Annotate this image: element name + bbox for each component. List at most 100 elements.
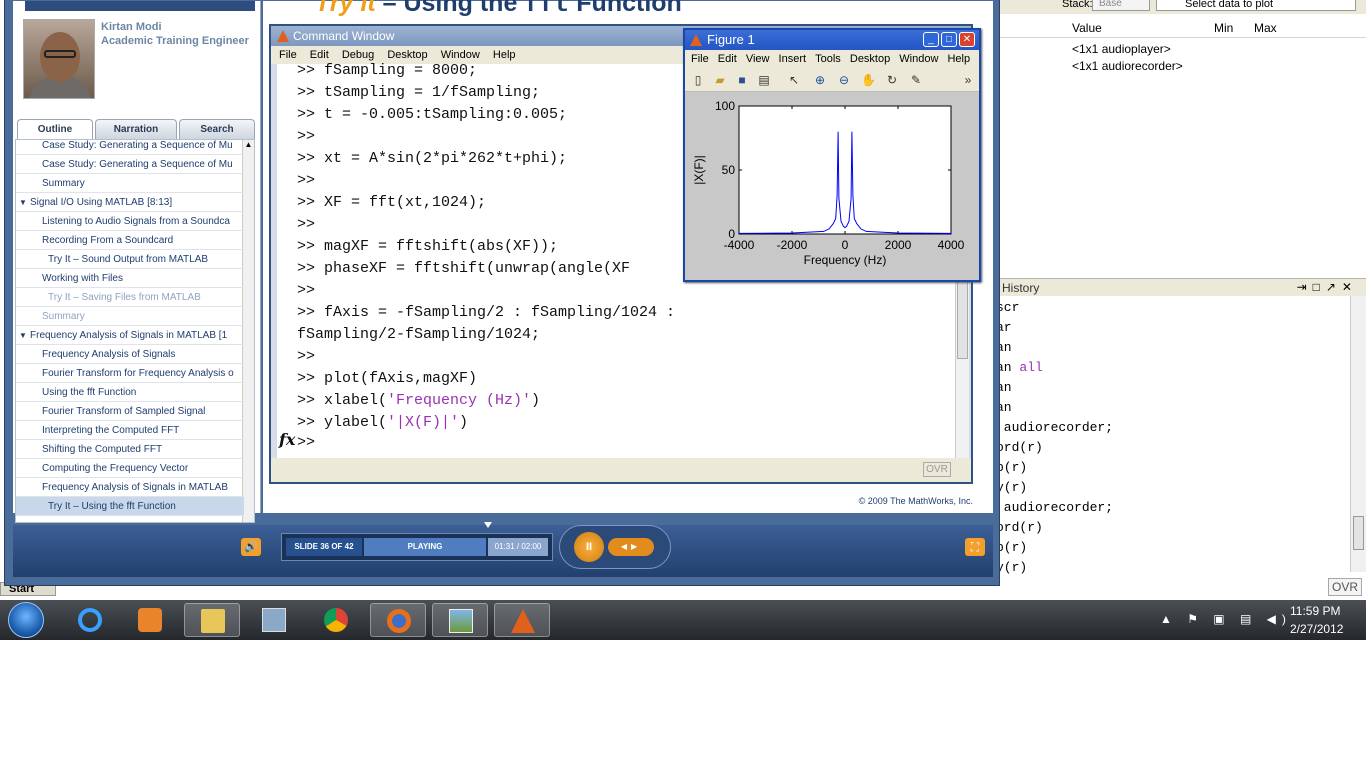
history-entry[interactable]: p(r) — [996, 540, 1027, 560]
scroll-thumb[interactable] — [957, 279, 968, 359]
toolbar-overflow-icon[interactable]: » — [961, 73, 975, 87]
progress-strip[interactable]: SLIDE 36 OF 42 PLAYING 01:31 / 02:00 — [281, 533, 553, 561]
slide-title-suffix: Function — [569, 0, 682, 17]
figure-menu-view[interactable]: View — [746, 53, 770, 65]
menu-desktop[interactable]: Desktop — [387, 49, 427, 61]
save-icon[interactable]: ■ — [735, 73, 749, 87]
menu-window[interactable]: Window — [441, 49, 480, 61]
volume-button[interactable]: 🔊 — [241, 538, 261, 556]
fullscreen-button[interactable]: ⛶ — [965, 538, 985, 556]
figure-window: Figure 1 _ □ ✕ File Edit View Insert Too… — [683, 28, 981, 282]
zoom-in-icon[interactable]: ⊕ — [813, 73, 827, 87]
outline-item-label: Using the fft Function — [42, 387, 137, 398]
taskbar-media-player[interactable] — [122, 603, 178, 637]
history-entry[interactable]: y(r) — [996, 480, 1027, 500]
figure-menu-desktop[interactable]: Desktop — [850, 53, 890, 65]
menu-file[interactable]: File — [279, 49, 297, 61]
outline-item[interactable]: Interpreting the Computed FFT — [16, 421, 244, 440]
clock-date[interactable]: 2/27/2012 — [1290, 622, 1343, 636]
scrub-marker-icon[interactable] — [484, 522, 492, 528]
history-entry[interactable]: ord(r) — [996, 440, 1043, 460]
outline-item[interactable]: Fourier Transform of Sampled Signal — [16, 402, 244, 421]
outline-item[interactable]: Try It – Sound Output from MATLAB — [16, 250, 244, 269]
print-icon[interactable]: ▤ — [757, 73, 771, 87]
datacursor-icon[interactable]: ✎ — [909, 73, 923, 87]
figure-menu-window[interactable]: Window — [899, 53, 938, 65]
outline-item[interactable]: Shifting the Computed FFT — [16, 440, 244, 459]
outline-item[interactable]: Case Study: Generating a Sequence of Mu — [16, 140, 244, 155]
outline-item[interactable]: Listening to Audio Signals from a Soundc… — [16, 212, 244, 231]
outline-item[interactable]: Fourier Transform for Frequency Analysis… — [16, 364, 244, 383]
history-entry[interactable]: ord(r) — [996, 520, 1043, 540]
fft-plot[interactable]: -4000 -2000 0 2000 4000050100Frequency (Hz)|… — [687, 92, 977, 280]
tab-search[interactable]: Search — [179, 119, 255, 139]
minimize-icon[interactable]: _ — [923, 32, 939, 47]
open-icon[interactable]: ▰ — [713, 73, 727, 87]
expand-triangle-icon[interactable]: ▼ — [19, 326, 27, 344]
outline-item[interactable]: Recording From a Soundcard — [16, 231, 244, 250]
taskbar-firefox[interactable] — [370, 603, 426, 637]
outline-section[interactable]: ▼ Signal I/O Using MATLAB [8:13] — [16, 193, 244, 212]
taskbar-image-viewer[interactable] — [432, 603, 488, 637]
taskbar-calculator[interactable] — [246, 603, 302, 637]
history-entry[interactable]: p(r) — [996, 460, 1027, 480]
workspace-row[interactable]: <1x1 audioplayer> — [1072, 42, 1171, 56]
outline-item[interactable]: Try It – Saving Files from MATLAB — [16, 288, 244, 307]
history-entry[interactable]: audiorecorder; — [996, 500, 1113, 520]
maximize-icon[interactable]: □ — [941, 32, 957, 47]
menu-help[interactable]: Help — [493, 49, 516, 61]
taskbar-file-explorer[interactable] — [184, 603, 240, 637]
tab-outline[interactable]: Outline — [17, 119, 93, 141]
workspace-row[interactable]: <1x1 audiorecorder> — [1072, 59, 1183, 73]
zoom-out-icon[interactable]: ⊖ — [837, 73, 851, 87]
column-min[interactable]: Min — [1214, 21, 1233, 35]
command-prompt[interactable]: >> — [297, 434, 315, 451]
figure-menu-help[interactable]: Help — [947, 53, 970, 65]
clock-time[interactable]: 11:59 PM — [1290, 604, 1340, 618]
taskbar-internet-explorer[interactable] — [62, 603, 118, 637]
outline-item-label: Interpreting the Computed FFT — [42, 425, 180, 436]
menu-debug[interactable]: Debug — [342, 49, 374, 61]
figure-menu-file[interactable]: File — [691, 53, 709, 65]
figure-menu-insert[interactable]: Insert — [779, 53, 807, 65]
stack-select[interactable]: Base — [1092, 0, 1150, 11]
system-tray-icons[interactable]: ▲ ⚑ ▣ ▤ ◀) — [1160, 612, 1292, 626]
new-icon[interactable]: ▯ — [691, 73, 705, 87]
rotate-icon[interactable]: ↻ — [885, 73, 899, 87]
history-entry[interactable]: an all — [996, 360, 1043, 380]
outline-item[interactable]: Using the fft Function — [16, 383, 244, 402]
outline-item[interactable]: Summary — [16, 307, 244, 326]
tab-narration[interactable]: Narration — [95, 119, 177, 139]
pointer-icon[interactable]: ↖ — [787, 73, 801, 87]
outline-item-label: Computing the Frequency Vector — [42, 463, 189, 474]
outline-item[interactable]: Case Study: Generating a Sequence of Mu — [16, 155, 244, 174]
column-max[interactable]: Max — [1254, 21, 1277, 35]
pause-button[interactable]: II — [574, 532, 604, 562]
history-entry[interactable]: audiorecorder; — [996, 420, 1113, 440]
scroll-thumb[interactable] — [1353, 516, 1364, 550]
outline-item[interactable]: Frequency Analysis of Signals in MATLAB — [16, 478, 244, 497]
plot-select[interactable]: Select data to plot — [1156, 0, 1356, 11]
start-button[interactable] — [8, 602, 44, 638]
outline-item[interactable]: Summary — [16, 174, 244, 193]
menu-edit[interactable]: Edit — [310, 49, 329, 61]
outline-item[interactable]: Computing the Frequency Vector — [16, 459, 244, 478]
taskbar-chrome[interactable] — [308, 603, 364, 637]
prev-next-buttons[interactable]: ◀▶ — [608, 538, 654, 556]
figure-menu-edit[interactable]: Edit — [718, 53, 737, 65]
outline-item[interactable]: Try It – Using the fft Function — [16, 497, 244, 516]
outline-item-label: Listening to Audio Signals from a Soundc… — [42, 216, 230, 227]
pan-icon[interactable]: ✋ — [861, 73, 876, 87]
outline-item[interactable]: Working with Files — [16, 269, 244, 288]
taskbar-matlab[interactable] — [494, 603, 550, 637]
expand-triangle-icon[interactable]: ▼ — [19, 193, 27, 211]
panel-controls[interactable]: ⇥□↗✕ — [1297, 280, 1358, 294]
fx-icon[interactable]: fx — [279, 430, 295, 449]
outline-section[interactable]: ▼ Frequency Analysis of Signals in MATLAB… — [16, 326, 244, 345]
history-scrollbar[interactable] — [1350, 296, 1366, 572]
outline-item[interactable]: Frequency Analysis of Signals — [16, 345, 244, 364]
close-icon[interactable]: ✕ — [959, 32, 975, 47]
column-value[interactable]: Value — [1072, 21, 1102, 35]
history-entry[interactable]: y(r) — [996, 560, 1027, 580]
figure-menu-tools[interactable]: Tools — [815, 53, 841, 65]
